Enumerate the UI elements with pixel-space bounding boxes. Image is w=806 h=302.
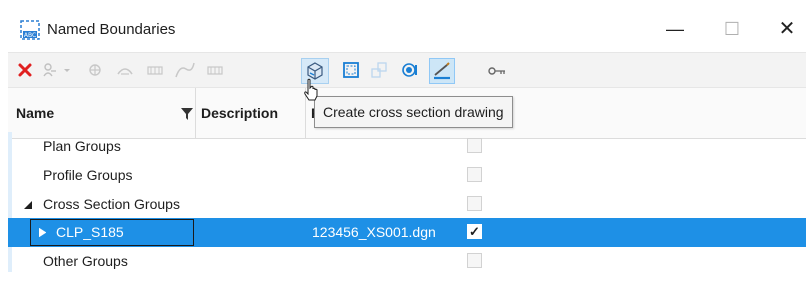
tree-item-label: Profile Groups xyxy=(43,167,133,183)
tree-item-label: Other Groups xyxy=(43,253,128,269)
view-icon xyxy=(402,63,417,77)
collapsed-triangle-icon[interactable] xyxy=(39,228,46,237)
modify-icon xyxy=(371,62,387,78)
modify-button[interactable] xyxy=(368,59,390,81)
name-column-header[interactable]: Name xyxy=(16,88,54,138)
description-column-header[interactable]: Description xyxy=(201,88,278,138)
profile-button[interactable] xyxy=(174,59,196,81)
minimize-button[interactable]: — xyxy=(655,14,695,44)
named-boundaries-app-icon: ABC xyxy=(20,20,40,40)
name-edit-box[interactable]: CLP_S185 xyxy=(30,219,194,246)
pencil-icon xyxy=(434,62,450,80)
key-icon xyxy=(488,67,505,75)
file-name: 123456_XS001.dgn xyxy=(312,224,436,240)
delete-button[interactable] xyxy=(14,59,36,81)
checkbox[interactable] xyxy=(467,253,482,268)
filter-dropdown-button[interactable] xyxy=(40,59,74,81)
tree-item-plan-groups[interactable]: Plan Groups xyxy=(8,132,806,161)
group-icon xyxy=(89,64,101,76)
tree-item-other-groups[interactable]: Other Groups xyxy=(8,247,806,276)
sheet-2-button[interactable] xyxy=(204,59,226,81)
filter-icon[interactable] xyxy=(181,108,193,120)
plan-icon xyxy=(117,68,133,75)
mouse-cursor-icon xyxy=(304,78,318,101)
tree-item-label: Plan Groups xyxy=(43,138,121,154)
maximize-button[interactable]: ☐ xyxy=(712,14,752,44)
frame-button[interactable] xyxy=(340,59,362,81)
expanded-triangle-icon[interactable] xyxy=(24,201,33,210)
checkbox[interactable] xyxy=(467,196,482,211)
column-separator[interactable] xyxy=(195,88,196,138)
view-button[interactable] xyxy=(400,59,422,81)
filter-dropdown-icon xyxy=(43,63,70,77)
tree-item-label: Cross Section Groups xyxy=(43,196,180,212)
tree-item-cross-section-groups[interactable]: Cross Section Groups xyxy=(8,190,806,219)
tree-item-label: CLP_S185 xyxy=(56,224,124,240)
sheet-button[interactable] xyxy=(144,59,166,81)
title-bar: ABC Named Boundaries — ☐ ✕ xyxy=(0,0,806,44)
sheet-icon xyxy=(207,66,223,75)
key-button[interactable] xyxy=(486,59,508,81)
delete-x-icon xyxy=(18,63,32,77)
toolbar xyxy=(8,52,806,88)
tree-item-clp-s185[interactable]: CLP_S185 123456_XS001.dgn ✓ xyxy=(8,218,806,247)
svg-text:ABC: ABC xyxy=(24,32,36,39)
profile-curve-icon xyxy=(175,62,195,78)
checkbox-checked[interactable]: ✓ xyxy=(467,224,482,239)
tree-item-profile-groups[interactable]: Profile Groups xyxy=(8,161,806,190)
frame-icon xyxy=(343,62,359,78)
close-button[interactable]: ✕ xyxy=(767,14,806,44)
plan-button[interactable] xyxy=(114,59,136,81)
checkbox[interactable] xyxy=(467,138,482,153)
draw-button[interactable] xyxy=(429,58,455,84)
window-title: Named Boundaries xyxy=(47,21,176,38)
tooltip: Create cross section drawing xyxy=(314,96,513,128)
sheet-icon xyxy=(147,66,163,75)
group-button[interactable] xyxy=(84,59,106,81)
checkbox[interactable] xyxy=(467,167,482,182)
